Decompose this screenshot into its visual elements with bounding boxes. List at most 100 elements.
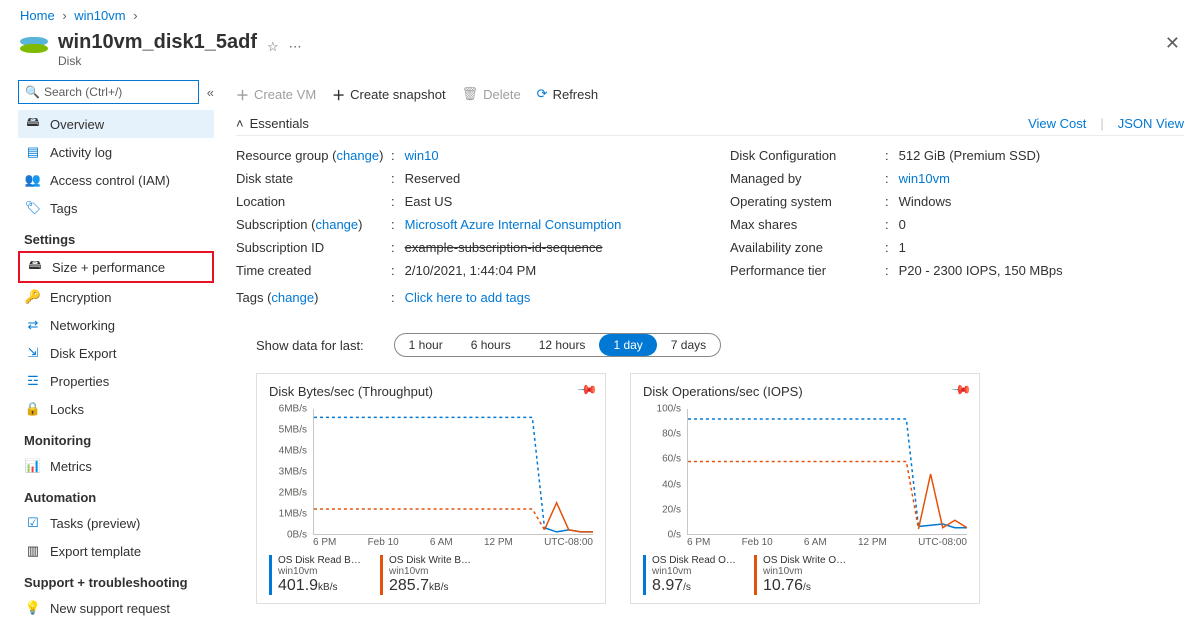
plot-area: [687, 409, 967, 535]
breadcrumb: Home › win10vm ›: [0, 0, 1200, 27]
page-header: win10vm_disk1_5adf Disk ☆ ⋯ ✕: [0, 27, 1200, 76]
nav-group-settings: Settings: [24, 232, 214, 247]
sidebar-item-label: Activity log: [50, 145, 112, 160]
rg-value-link[interactable]: win10: [405, 148, 439, 163]
tags-add-link[interactable]: Click here to add tags: [405, 290, 531, 305]
sub-change-link[interactable]: change: [315, 217, 358, 232]
chart-row: Disk Bytes/sec (Throughput) 📌 6MB/s5MB/s…: [236, 373, 1184, 604]
sidebar-item-diskexport[interactable]: ⇲ Disk Export: [18, 339, 214, 367]
refresh-button[interactable]: ⟳Refresh: [537, 86, 598, 102]
chart-throughput[interactable]: Disk Bytes/sec (Throughput) 📌 6MB/s5MB/s…: [256, 373, 606, 604]
kv-key-label: Managed by: [730, 171, 885, 186]
collapse-sidebar-icon[interactable]: «: [207, 85, 214, 100]
tags-change-link[interactable]: change: [271, 290, 314, 305]
sidebar-item-metrics[interactable]: 📊Metrics: [18, 452, 214, 480]
kv-value: 0: [899, 217, 906, 232]
close-icon[interactable]: ✕: [1165, 33, 1180, 54]
sidebar: 🔍 Search (Ctrl+/) « 🖴Overview ▤Activity …: [0, 76, 222, 622]
sidebar-item-properties[interactable]: ☲Properties: [18, 367, 214, 395]
tag-icon: 🏷: [24, 200, 42, 216]
view-cost-link[interactable]: View Cost: [1028, 116, 1086, 131]
pin-icon[interactable]: ☆: [267, 39, 279, 55]
disk-icon: [20, 37, 48, 55]
sidebar-item-label: Size + performance: [52, 260, 165, 275]
toolbar-label: Delete: [483, 87, 521, 102]
sidebar-item-tags[interactable]: 🏷Tags: [18, 194, 214, 222]
chart-iops[interactable]: Disk Operations/sec (IOPS) 📌 100/s80/s60…: [630, 373, 980, 604]
kv-key-label: Resource group (: [236, 148, 336, 163]
legend-read: OS Disk Read Operati..win10vm 8.97/s: [643, 555, 738, 595]
essentials-toggle[interactable]: ˄Essentials: [236, 116, 309, 131]
sidebar-item-networking[interactable]: ⇄ Networking: [18, 311, 214, 339]
create-snapshot-button[interactable]: ＋ Create snapshot: [332, 85, 445, 104]
sidebar-item-label: Encryption: [50, 290, 111, 305]
range-opt-1h[interactable]: 1 hour: [395, 334, 457, 356]
sidebar-item-locks[interactable]: 🔒 Locks: [18, 395, 214, 423]
export-icon: ⇲: [24, 345, 42, 361]
subscription-link[interactable]: Microsoft Azure Internal Consumption: [405, 217, 622, 232]
search-input[interactable]: 🔍 Search (Ctrl+/): [18, 80, 199, 104]
chart-icon: 📊: [24, 458, 42, 474]
lock-icon: 🔒: [24, 401, 42, 417]
json-view-link[interactable]: JSON View: [1118, 116, 1184, 131]
page-title: win10vm_disk1_5adf: [58, 31, 257, 54]
kv-value: 1: [899, 240, 906, 255]
essentials-grid: Resource group (change):win10 Disk state…: [236, 136, 1184, 319]
sidebar-item-label: Access control (IAM): [50, 173, 170, 188]
kv-value: 2/10/2021, 1:44:04 PM: [405, 263, 537, 278]
breadcrumb-home[interactable]: Home: [20, 8, 55, 23]
y-axis-ticks: 6MB/s5MB/s4MB/s3MB/s2MB/s1MB/s0B/s: [269, 409, 311, 535]
sidebar-item-label: Disk Export: [50, 346, 116, 361]
breadcrumb-sep: ›: [133, 8, 137, 23]
sidebar-item-activity[interactable]: ▤Activity log: [18, 138, 214, 166]
refresh-icon: ⟳: [537, 86, 548, 102]
chart-legend: OS Disk Read Bytes/S..win10vm 401.9kB/s …: [269, 555, 593, 595]
x-axis-ticks: 6 PMFeb 106 AM12 PMUTC-08:00: [313, 537, 593, 549]
toolbar-label: Create snapshot: [350, 87, 445, 102]
support-icon: 💡: [24, 600, 42, 616]
sidebar-item-tasks[interactable]: ☑ Tasks (preview): [18, 509, 214, 537]
sidebar-item-label: Networking: [50, 318, 115, 333]
sidebar-item-template[interactable]: ▥Export template: [18, 537, 214, 565]
chevron-up-icon: ˄: [236, 116, 244, 131]
sidebar-item-size[interactable]: 🖴Size + performance: [20, 253, 212, 281]
kv-value: 512 GiB (Premium SSD): [899, 148, 1041, 163]
range-opt-1d[interactable]: 1 day: [599, 334, 656, 356]
range-opt-7d[interactable]: 7 days: [657, 334, 720, 356]
kv-value-subid: example-subscription-id-sequence: [405, 240, 603, 255]
network-icon: ⇄: [24, 317, 42, 333]
nav-group-automation: Automation: [24, 490, 214, 505]
kv-key-label: Disk state: [236, 171, 391, 186]
legend-write: OS Disk Write Bytes/..win10vm 285.7kB/s: [380, 555, 475, 595]
toolbar-label: Create VM: [254, 87, 316, 102]
plot-area: [313, 409, 593, 535]
sidebar-item-label: Export template: [50, 544, 141, 559]
more-icon[interactable]: ⋯: [289, 39, 302, 55]
managed-by-link[interactable]: win10vm: [899, 171, 950, 186]
range-opt-12h[interactable]: 12 hours: [525, 334, 600, 356]
legend-read: OS Disk Read Bytes/S..win10vm 401.9kB/s: [269, 555, 364, 595]
sidebar-item-encryption[interactable]: 🔑 Encryption: [18, 283, 214, 311]
range-label: Show data for last:: [256, 338, 364, 353]
legend-write: OS Disk Write Operat..win10vm 10.76/s: [754, 555, 849, 595]
sidebar-item-iam[interactable]: 👥Access control (IAM): [18, 166, 214, 194]
rg-change-link[interactable]: change: [336, 148, 379, 163]
disk-small-icon: 🖴: [24, 113, 42, 135]
tasks-icon: ☑: [24, 515, 42, 531]
kv-key-label: Performance tier: [730, 263, 885, 278]
range-opt-6h[interactable]: 6 hours: [457, 334, 525, 356]
trash-icon: 🗑: [462, 86, 479, 102]
sidebar-item-label: Locks: [50, 402, 84, 417]
plus-icon: ＋: [332, 85, 345, 104]
create-vm-button[interactable]: ＋Create VM: [236, 85, 316, 104]
kv-key-label: Availability zone: [730, 240, 885, 255]
sidebar-item-overview[interactable]: 🖴Overview: [18, 110, 214, 138]
kv-key-label: Disk Configuration: [730, 148, 885, 163]
sidebar-item-label: New support request: [50, 601, 170, 616]
sidebar-item-support[interactable]: 💡 New support request: [18, 594, 214, 622]
kv-value: East US: [405, 194, 453, 209]
breadcrumb-vm[interactable]: win10vm: [74, 8, 125, 23]
delete-button[interactable]: 🗑 Delete: [462, 86, 521, 102]
sidebar-item-label: Tasks (preview): [50, 516, 140, 531]
key-icon: 🔑: [24, 289, 42, 305]
